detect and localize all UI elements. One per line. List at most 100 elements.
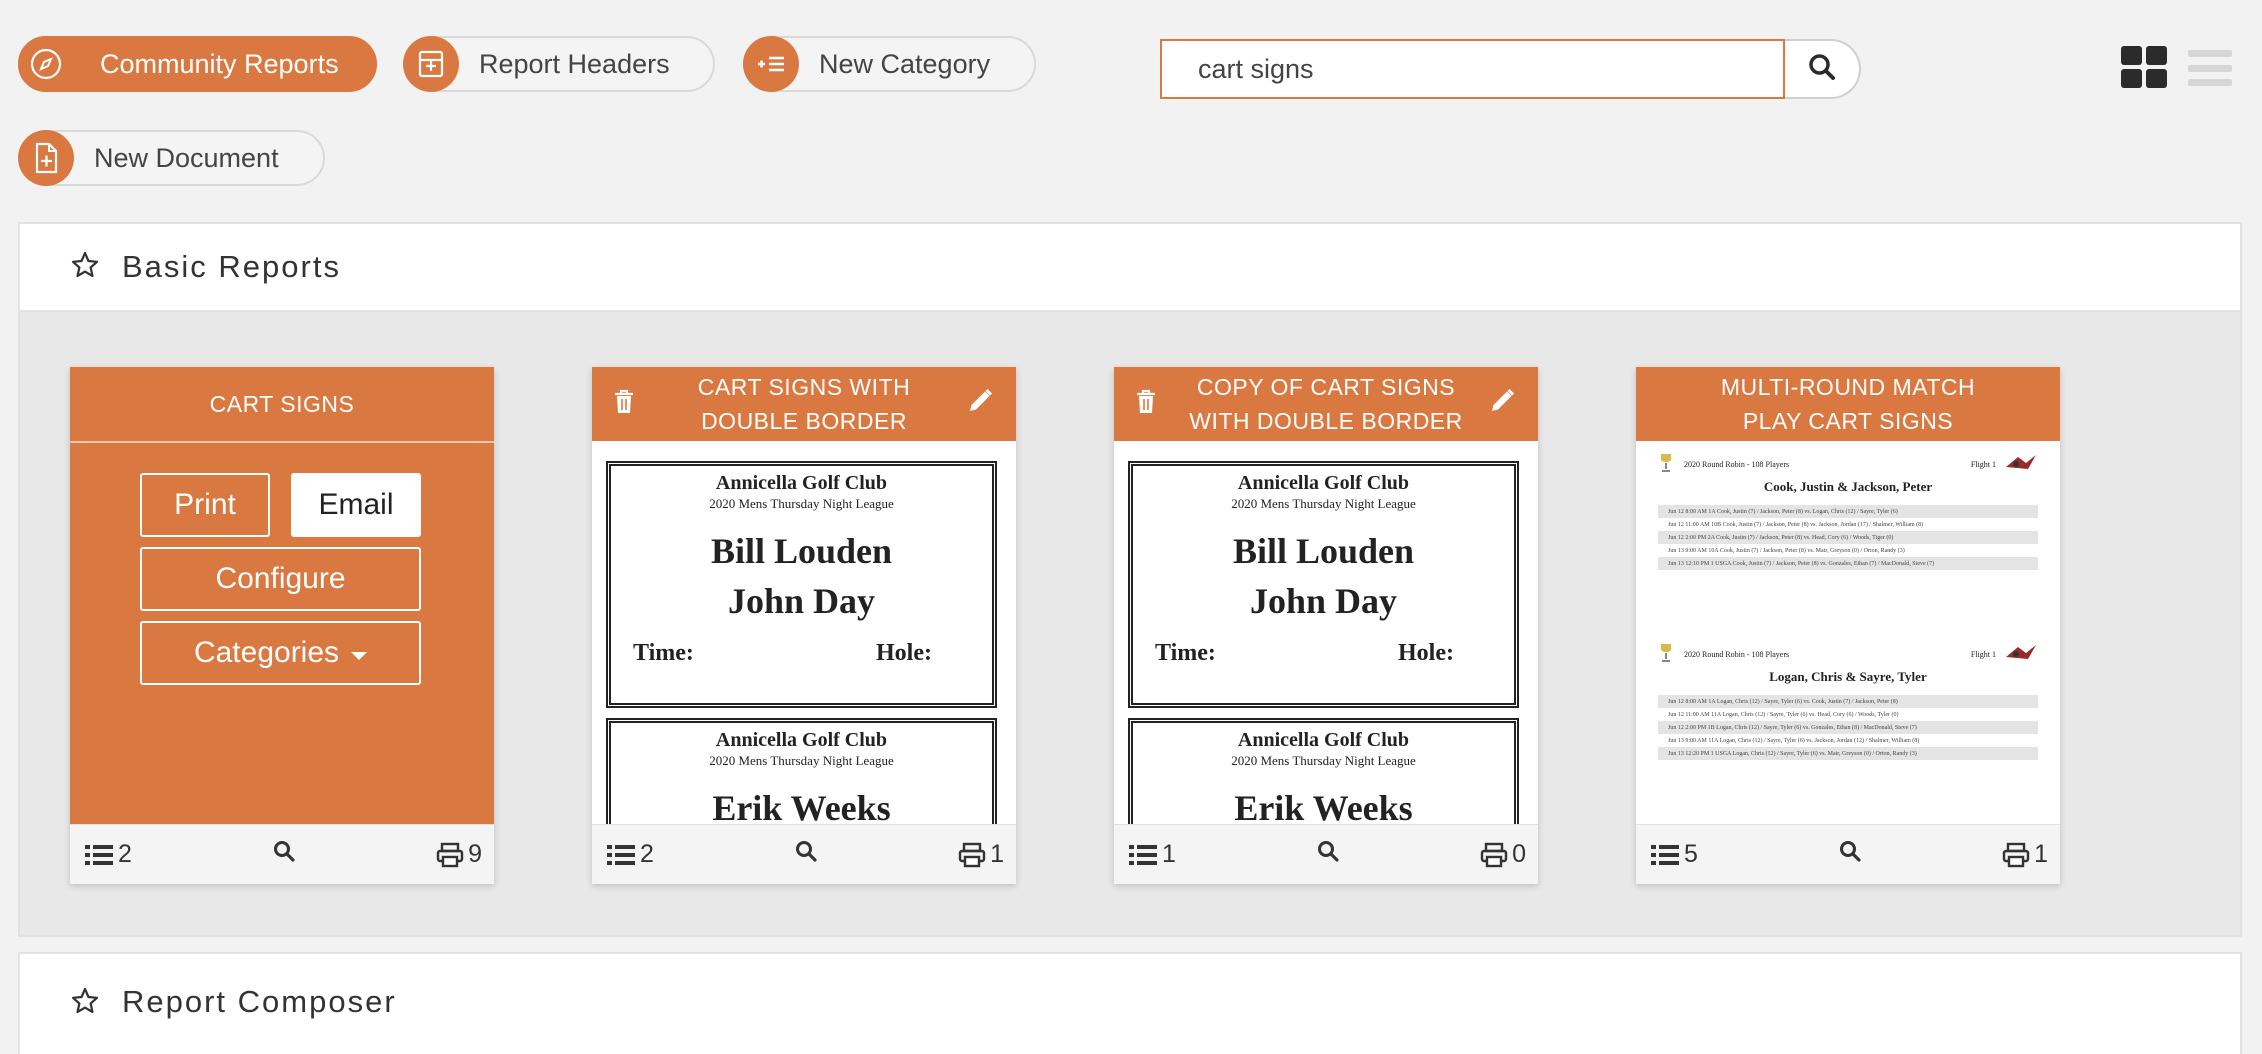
league-name: 2020 Mens Thursday Night League xyxy=(1231,496,1416,511)
match-row: Jun 13 9:00 AM 11A Logan, Chris (12) / S… xyxy=(1668,737,1920,744)
print-count-value: 9 xyxy=(468,840,482,868)
flight-label: Flight 1 xyxy=(1970,649,1996,659)
configure-button[interactable]: Configure xyxy=(140,547,421,611)
community-reports-button[interactable]: Community Reports xyxy=(18,36,377,92)
item-count[interactable]: 1 xyxy=(1128,840,1176,869)
report-card: MULTI-ROUND MATCH PLAY CART SIGNS 2020 R… xyxy=(1636,367,2060,884)
report-headers-button[interactable]: Report Headers xyxy=(403,36,715,92)
search-button[interactable] xyxy=(1785,39,1861,99)
item-count[interactable]: 2 xyxy=(606,840,654,869)
match-row: Jun 12 2:00 PM 1B Logan, Chris (12) / Sa… xyxy=(1658,721,2038,734)
categories-dropdown[interactable]: Categories xyxy=(140,621,421,685)
league-name: 2020 Mens Thursday Night League xyxy=(709,496,894,511)
card-title-text: COPY OF CART SIGNS WITH DOUBLE BORDER xyxy=(1189,374,1463,434)
match-row: Jun 12 2:00 PM 2A Cook, Justin (7) / Jac… xyxy=(1658,531,2038,544)
item-count-value: 2 xyxy=(118,840,132,868)
file-plus-icon xyxy=(18,130,74,186)
printer-icon xyxy=(2002,842,2030,867)
email-button[interactable]: Email xyxy=(291,473,421,537)
club-name: Annicella Golf Club xyxy=(1237,472,1410,494)
print-count-value: 1 xyxy=(2034,840,2048,868)
print-count[interactable]: 9 xyxy=(436,840,482,869)
basic-reports-header[interactable]: Basic Reports xyxy=(18,222,2242,312)
list-add-icon xyxy=(743,36,799,92)
card-footer: 5 1 xyxy=(1636,824,2060,884)
match-rows: Jun 12 8:00 AM 1A Logan, Chris (12) / Sa… xyxy=(1658,695,2038,760)
hole-label: Hole: xyxy=(876,640,932,666)
list-view-icon[interactable] xyxy=(2188,50,2232,86)
list-icon xyxy=(1651,844,1679,865)
match-row: Jun 13 12:10 PM 1 USGA Cook, Justin (7) … xyxy=(1658,557,2038,570)
club-name: Annicella Golf Club xyxy=(715,729,888,751)
section-title: Report Composer xyxy=(122,984,397,1019)
search-bar xyxy=(1160,39,1861,99)
card-title: MULTI-ROUND MATCH PLAY CART SIGNS xyxy=(1636,367,2060,441)
trash-icon[interactable] xyxy=(614,389,634,424)
club-name: Annicella Golf Club xyxy=(715,472,888,494)
list-icon xyxy=(607,844,635,865)
report-card: CART SIGNS WITH DOUBLE BORDER Annicella … xyxy=(592,367,1016,884)
player-name: John Day xyxy=(1249,581,1398,621)
card-footer: 2 9 xyxy=(70,824,494,884)
item-count[interactable]: 2 xyxy=(84,840,132,869)
pencil-icon[interactable] xyxy=(966,387,994,424)
card-actions: Print Email Configure Categories xyxy=(70,441,494,824)
list-icon xyxy=(1129,844,1157,865)
grid-view-icon[interactable] xyxy=(2121,46,2167,88)
player-name: Bill Louden xyxy=(710,531,893,571)
player-name: John Day xyxy=(727,581,876,621)
match-header: 2020 Round Robin - 108 Players xyxy=(1684,459,1790,469)
trophy-icon xyxy=(1658,643,1674,665)
league-name: 2020 Mens Thursday Night League xyxy=(1231,753,1416,768)
report-composer-header[interactable]: Report Composer xyxy=(18,952,2242,1054)
flight-label: Flight 1 xyxy=(1970,459,1996,469)
search-input[interactable] xyxy=(1160,39,1785,99)
categories-label: Categories xyxy=(193,636,340,669)
card-title: CART SIGNS xyxy=(70,367,494,441)
new-document-label: New Document xyxy=(94,142,279,173)
match-row: Jun 12 11:00 AM 10B Cook, Justin (7) / J… xyxy=(1668,521,1924,528)
printer-icon xyxy=(436,842,464,867)
item-count-value: 2 xyxy=(640,840,654,868)
search-icon[interactable] xyxy=(1838,839,1862,870)
card-preview[interactable]: Annicella Golf Club 2020 Mens Thursday N… xyxy=(592,441,1016,824)
card-preview[interactable]: 2020 Round Robin - 108 Players Flight 1 … xyxy=(1636,441,2060,824)
print-button[interactable]: Print xyxy=(140,473,270,537)
new-category-button[interactable]: New Category xyxy=(743,36,1036,92)
star-icon[interactable] xyxy=(70,250,100,285)
trash-icon[interactable] xyxy=(1136,389,1156,424)
match-play-preview: 2020 Round Robin - 108 Players Flight 1 … xyxy=(1658,643,2038,760)
item-count-value: 5 xyxy=(1684,840,1698,868)
print-count[interactable]: 0 xyxy=(1480,840,1526,869)
print-count[interactable]: 1 xyxy=(2002,840,2048,869)
search-icon[interactable] xyxy=(1316,839,1340,870)
report-card: COPY OF CART SIGNS WITH DOUBLE BORDER An… xyxy=(1114,367,1538,884)
card-title: COPY OF CART SIGNS WITH DOUBLE BORDER xyxy=(1114,367,1538,441)
print-count-value: 1 xyxy=(990,840,1004,868)
card-footer: 2 1 xyxy=(592,824,1016,884)
printer-icon xyxy=(958,842,986,867)
card-footer: 1 0 xyxy=(1114,824,1538,884)
club-name: Annicella Golf Club xyxy=(1237,729,1410,751)
search-icon[interactable] xyxy=(272,839,296,870)
print-count[interactable]: 1 xyxy=(958,840,1004,869)
print-count-value: 0 xyxy=(1512,840,1526,868)
section-title: Basic Reports xyxy=(122,249,341,284)
star-icon[interactable] xyxy=(70,986,100,1021)
hole-label: Hole: xyxy=(1398,640,1454,666)
list-icon xyxy=(85,844,113,865)
cart-sign-preview: Annicella Golf Club 2020 Mens Thursday N… xyxy=(1128,718,1519,824)
item-count[interactable]: 5 xyxy=(1650,840,1698,869)
card-preview[interactable]: Annicella Golf Club 2020 Mens Thursday N… xyxy=(1114,441,1538,824)
card-title-text: MULTI-ROUND MATCH PLAY CART SIGNS xyxy=(1720,374,1976,434)
pencil-icon[interactable] xyxy=(1488,387,1516,424)
match-header: 2020 Round Robin - 108 Players xyxy=(1684,649,1790,659)
caret-down-icon xyxy=(351,652,368,660)
new-document-button[interactable]: New Document xyxy=(18,130,325,186)
card-title-text: CART SIGNS WITH DOUBLE BORDER xyxy=(697,374,911,434)
club-logo-icon xyxy=(2004,643,2038,665)
search-icon[interactable] xyxy=(794,839,818,870)
report-headers-label: Report Headers xyxy=(479,48,670,79)
match-row: Jun 12 8:00 AM 1A Cook, Justin (7) / Jac… xyxy=(1658,505,2038,518)
community-reports-label: Community Reports xyxy=(100,48,339,79)
